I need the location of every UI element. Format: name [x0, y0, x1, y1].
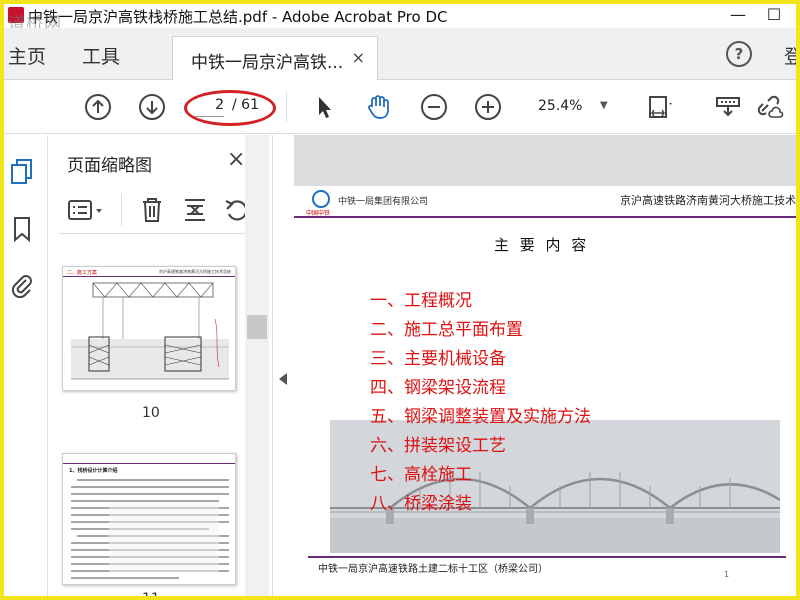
toolbar-divider [286, 92, 287, 122]
thumbnail-rule [63, 463, 235, 464]
bookmark-icon[interactable] [10, 215, 34, 243]
tab-document-label: 中铁一局京沪高铁... [191, 53, 344, 73]
project-title: 京沪高速铁路济南黄河大桥施工技术 [620, 194, 796, 207]
document-view: 中国中铁 中铁一局集团有限公司 京沪高速铁路济南黄河大桥施工技术 主 要 内 容 [294, 135, 796, 596]
thumbnail-page-number: 11 [142, 591, 160, 600]
thumbnail-options-icon[interactable] [67, 198, 107, 224]
thumbnail-caption: 1、栈桥设计计算介绍 [69, 468, 118, 474]
zoom-out-icon[interactable] [420, 93, 448, 121]
thumbnails-panel: 页面缩略图 × 二、施工方案 京沪高速铁路济南黄河大桥施工技术总结 10 1、栈… [49, 135, 272, 600]
page-gap [294, 135, 796, 186]
thumbnail-page-11[interactable]: 1、栈桥设计计算介绍 [62, 453, 236, 585]
footer-rule [308, 556, 786, 558]
bridge-drawing [71, 282, 229, 380]
tab-document[interactable]: 中铁一局京沪高铁... × [172, 36, 378, 80]
contents-item: 三、主要机械设备 [370, 349, 506, 369]
thumbnail-page-10[interactable]: 二、施工方案 京沪高速铁路济南黄河大桥施工技术总结 [62, 266, 236, 391]
thumbnail-caption-right: 京沪高速铁路济南黄河大桥施工技术总结 [159, 269, 231, 274]
login-button[interactable]: 登 [784, 42, 796, 69]
page-footer: 中铁一局京沪高速铁路土建二标十工区（桥梁公司） [318, 564, 548, 575]
previous-page-icon[interactable] [84, 93, 112, 121]
hand-tool-icon[interactable] [364, 93, 392, 121]
thumbnail-scrollbar[interactable] [245, 135, 269, 596]
zoom-level[interactable]: 25.4% [538, 98, 582, 114]
close-tab-button[interactable]: × [352, 48, 365, 67]
thumbnail-caption: 二、施工方案 [67, 270, 98, 276]
page-total: / 61 [232, 97, 259, 113]
collapse-panel-strip[interactable] [272, 135, 294, 596]
delete-page-icon[interactable] [139, 196, 165, 224]
window-title: 中铁一局京沪高铁栈桥施工总结.pdf - Adobe Acrobat Pro D… [28, 8, 448, 26]
header-rule [294, 216, 796, 218]
next-page-icon[interactable] [138, 93, 166, 121]
zoom-in-icon[interactable] [474, 93, 502, 121]
extract-page-icon[interactable] [181, 196, 209, 224]
left-rail [4, 135, 48, 596]
thumbnail-rule [63, 276, 235, 277]
contents-item: 一、工程概况 [370, 291, 472, 311]
select-cursor-icon[interactable] [310, 93, 338, 121]
page-thumbnails-icon[interactable] [10, 157, 34, 185]
link-cloud-icon[interactable] [756, 93, 784, 121]
contents-item: 六、拼装架设工艺 [370, 436, 506, 456]
pdf-page: 中国中铁 中铁一局集团有限公司 京沪高速铁路济南黄河大桥施工技术 主 要 内 容 [294, 186, 796, 596]
fit-page-icon[interactable] [646, 93, 674, 121]
thumbnail-page-number: 10 [142, 405, 160, 421]
panel-heading: 页面缩略图 [67, 156, 152, 176]
zoom-dropdown-icon[interactable]: ▼ [600, 100, 608, 111]
text-lines-preview [71, 479, 229, 579]
tools-divider [121, 194, 122, 226]
page-number-input[interactable]: 2 [194, 97, 224, 117]
tab-home[interactable]: 主页 [8, 42, 46, 69]
minimize-button[interactable]: — [720, 4, 756, 28]
contents-title: 主 要 内 容 [494, 236, 590, 254]
scrollbar-thumb[interactable] [247, 315, 267, 339]
toolbar: 2 / 61 25.4% ▼ [4, 80, 796, 134]
org-name: 中铁一局集团有限公司 [338, 197, 429, 207]
close-panel-button[interactable]: × [227, 147, 245, 172]
collapse-arrow-icon[interactable] [279, 373, 287, 385]
app-window: 中铁一局京沪高铁栈桥施工总结.pdf - Adobe Acrobat Pro D… [0, 0, 800, 600]
company-logo-icon [312, 190, 330, 208]
page-number: 1 [724, 570, 730, 579]
contents-item: 八、桥梁涂装 [370, 494, 472, 514]
tab-tools[interactable]: 工具 [82, 42, 120, 69]
contents-item: 四、钢梁架设流程 [370, 378, 506, 398]
maximize-button[interactable]: ☐ [756, 4, 792, 28]
thumbnail-tools [59, 190, 259, 234]
read-mode-icon[interactable] [714, 93, 742, 121]
help-button[interactable]: ? [726, 41, 752, 67]
tab-bar: 主页 工具 中铁一局京沪高铁... × ? 登 [4, 28, 796, 80]
contents-item: 五、钢梁调整装置及实施方法 [370, 407, 591, 427]
contents-item: 七、高栓施工 [370, 465, 472, 485]
attachment-icon[interactable] [10, 271, 34, 299]
contents-item: 二、施工总平面布置 [370, 320, 523, 340]
title-bar: 中铁一局京沪高铁栈桥施工总结.pdf - Adobe Acrobat Pro D… [4, 4, 796, 34]
